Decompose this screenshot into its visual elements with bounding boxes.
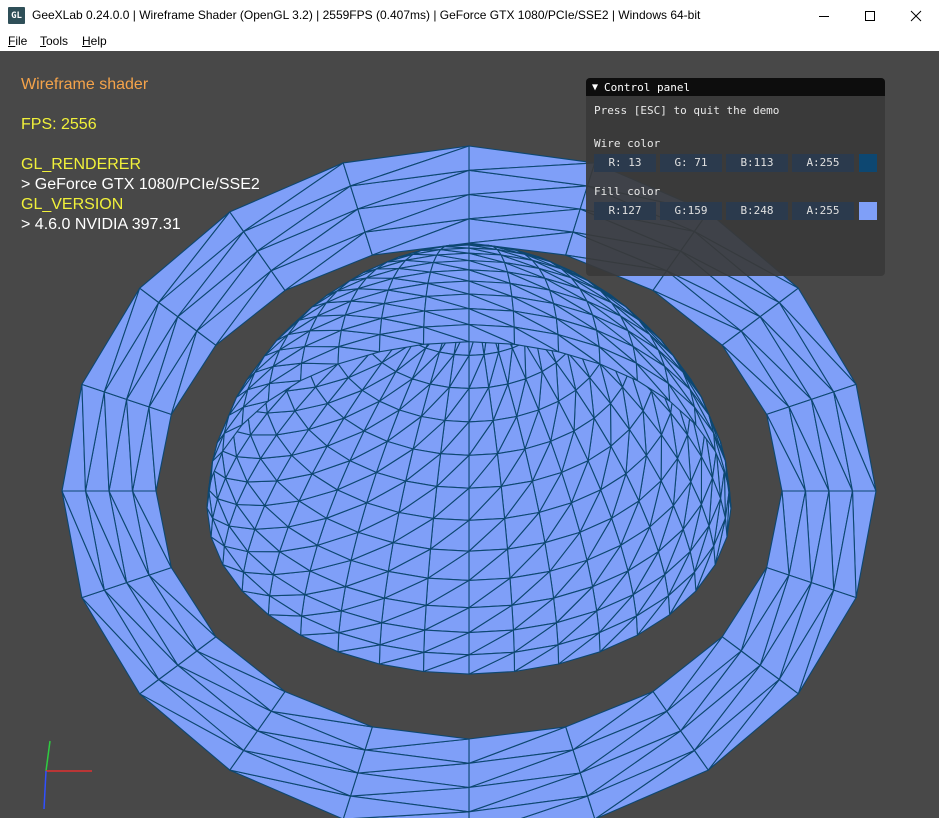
wire-color-label: Wire color: [594, 137, 661, 150]
menu-bar: File Tools Help: [0, 31, 939, 51]
close-button[interactable]: [893, 0, 939, 31]
wire-color-swatch[interactable]: [859, 154, 877, 172]
wire-r-field[interactable]: R: 13: [594, 154, 656, 172]
minimize-button[interactable]: [801, 0, 847, 31]
menu-tools[interactable]: Tools: [40, 34, 68, 48]
menu-tools-label: ools: [46, 34, 69, 48]
renderer-label: GL_RENDERER: [21, 156, 142, 173]
demo-title: Wireframe shader: [21, 76, 149, 93]
close-icon: [910, 10, 922, 21]
axis-gizmo: [43, 740, 92, 810]
sphere-mesh: [206, 243, 732, 675]
renderer-value: > GeForce GTX 1080/PCIe/SSE2: [21, 176, 260, 193]
version-label: GL_VERSION: [21, 196, 124, 213]
menu-file[interactable]: File: [8, 34, 27, 48]
collapse-arrow-icon[interactable]: ▼: [592, 82, 598, 93]
fill-r-field[interactable]: R:127: [594, 202, 656, 220]
wire-g-field[interactable]: G: 71: [660, 154, 722, 172]
wire-a-field[interactable]: A:255: [792, 154, 854, 172]
fill-b-field[interactable]: B:248: [726, 202, 788, 220]
menu-file-label: ile: [15, 34, 28, 48]
app-icon: GL: [8, 7, 25, 24]
version-value: > 4.6.0 NVIDIA 397.31: [21, 216, 181, 233]
render-viewport[interactable]: Wireframe shader FPS: 2556 GL_RENDERER >…: [0, 51, 939, 818]
sphere-face: [267, 614, 303, 636]
title-bar: GL GeeXLab 0.24.0.0 | Wireframe Shader (…: [0, 0, 939, 31]
window-title: GeeXLab 0.24.0.0 | Wireframe Shader (Ope…: [32, 8, 701, 22]
esc-hint: Press [ESC] to quit the demo: [594, 104, 780, 117]
menu-help[interactable]: Help: [82, 34, 107, 48]
y-axis-line: [45, 740, 51, 772]
wire-b-field[interactable]: B:113: [726, 154, 788, 172]
fill-a-field[interactable]: A:255: [792, 202, 854, 220]
control-panel: ▼ Control panel Press [ESC] to quit the …: [586, 78, 885, 276]
menu-help-accel: H: [82, 34, 91, 48]
control-panel-header[interactable]: ▼ Control panel: [586, 78, 885, 96]
maximize-icon: [865, 10, 875, 21]
fill-color-label: Fill color: [594, 185, 661, 198]
menu-help-label: elp: [90, 34, 107, 48]
fill-color-swatch[interactable]: [859, 202, 877, 220]
fps-counter: FPS: 2556: [21, 116, 97, 133]
maximize-button[interactable]: [847, 0, 893, 31]
z-axis-line: [43, 770, 47, 810]
minimize-icon: [819, 15, 829, 17]
sphere-face: [300, 632, 340, 653]
fill-g-field[interactable]: G:159: [660, 202, 722, 220]
control-panel-title: Control panel: [604, 80, 691, 94]
